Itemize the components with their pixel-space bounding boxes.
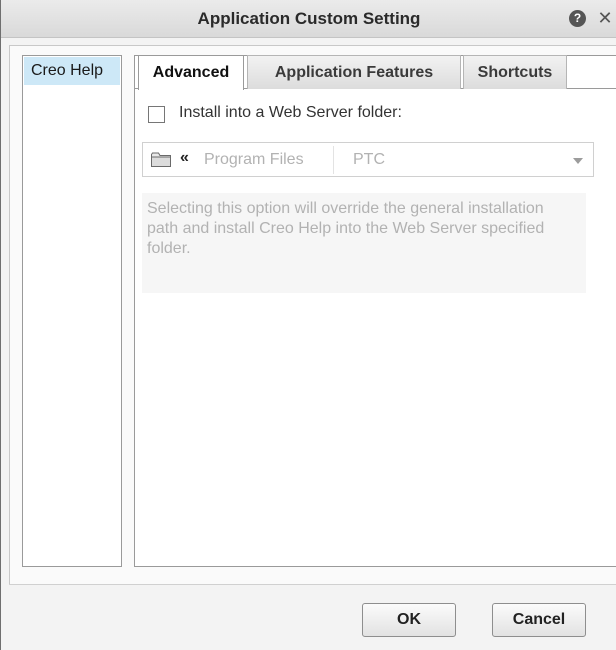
web-server-checkbox-label[interactable]: Install into a Web Server folder: (179, 104, 402, 122)
ok-button[interactable]: OK (362, 603, 456, 637)
sidebar: Creo Help (22, 55, 122, 567)
crumb-divider (333, 146, 334, 174)
tab-advanced[interactable]: Advanced (138, 55, 244, 90)
web-server-checkbox[interactable] (148, 106, 165, 123)
description-text: Selecting this option will override the … (147, 200, 545, 257)
cancel-button[interactable]: Cancel (492, 603, 586, 637)
path-overflow-chevron[interactable]: « (180, 149, 189, 167)
path-crumb-program-files[interactable]: Program Files (204, 151, 304, 169)
path-crumb-ptc[interactable]: PTC (353, 151, 385, 169)
title-bar[interactable]: Application Custom Setting ? ✕ (1, 0, 616, 38)
folder-path-combobox[interactable]: « Program Files PTC (142, 142, 594, 177)
close-icon[interactable]: ✕ (597, 7, 613, 29)
folder-icon (151, 152, 171, 167)
application-custom-setting-dialog: Application Custom Setting ? ✕ Creo Help… (0, 0, 616, 650)
description-box: Selecting this option will override the … (142, 193, 586, 293)
help-icon[interactable]: ? (569, 10, 586, 27)
tab-application-features[interactable]: Application Features (247, 55, 461, 89)
footer-divider (9, 584, 616, 585)
dialog-title: Application Custom Setting (197, 9, 421, 28)
chevron-down-icon[interactable] (573, 158, 583, 164)
tab-shortcuts[interactable]: Shortcuts (463, 55, 567, 89)
tab-panel (134, 55, 616, 567)
sidebar-item-creo-help[interactable]: Creo Help (24, 57, 120, 85)
